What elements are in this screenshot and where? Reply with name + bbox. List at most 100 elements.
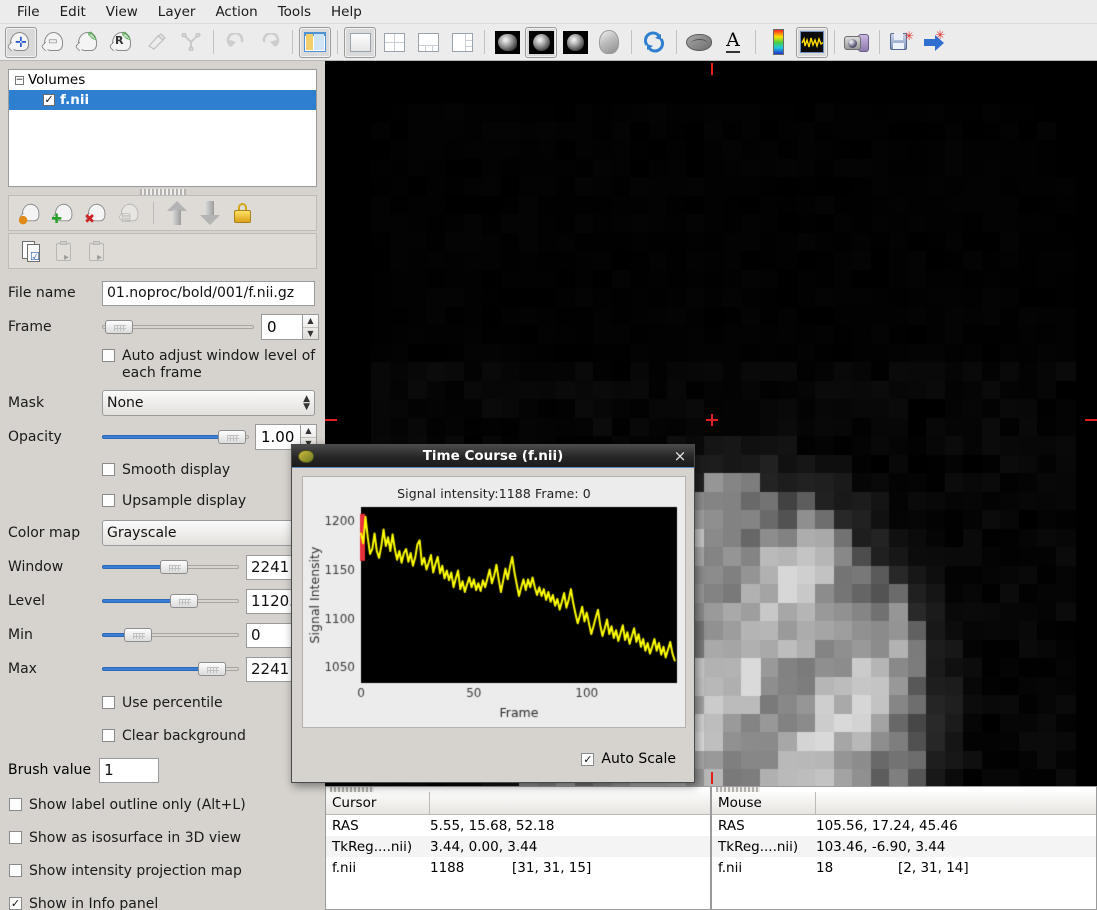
show-annotation-icon[interactable]: A xyxy=(717,27,749,58)
mouse-info-panel[interactable]: Mouse RAS 105.56, 17.24, 45.46 TkReg....… xyxy=(711,786,1097,910)
smooth-display-checkbox[interactable] xyxy=(102,463,115,476)
show-label-outline-checkbox[interactable] xyxy=(9,798,22,811)
frame-value[interactable]: 0 xyxy=(261,314,302,340)
time-course-plot-frame[interactable]: Signal intensity:1188 Frame: 0 xyxy=(302,476,686,728)
roi-edit-icon[interactable] xyxy=(141,27,173,58)
load-volume-button[interactable]: ● xyxy=(15,198,48,228)
view-sagittal-icon[interactable] xyxy=(491,27,523,58)
toolbar-separator xyxy=(484,30,485,54)
lock-layer-button[interactable] xyxy=(226,198,259,228)
screenshot-icon[interactable] xyxy=(841,27,873,58)
new-volume-button[interactable]: ✚ xyxy=(48,198,81,228)
time-course-chart[interactable] xyxy=(303,503,687,729)
show-isosurface-checkbox[interactable] xyxy=(9,831,22,844)
menu-file[interactable]: File xyxy=(7,1,50,23)
show-time-course-icon[interactable] xyxy=(796,27,828,58)
level-slider[interactable] xyxy=(102,591,239,611)
min-slider[interactable] xyxy=(102,625,239,645)
paste-setting-button[interactable]: ▸ xyxy=(81,236,114,266)
color-map-combobox[interactable]: Grayscale xyxy=(102,520,315,546)
max-row: Max 2241 xyxy=(0,652,325,686)
layout-1-and-3-h-icon[interactable] xyxy=(446,27,478,58)
undo-icon[interactable] xyxy=(220,27,252,58)
save-volume-button[interactable]: ▤ xyxy=(114,198,147,228)
move-layer-down-button[interactable] xyxy=(193,198,226,228)
layout-1x1-icon[interactable] xyxy=(344,27,376,58)
clipboard-toolbar: ☑ ▸ ▸ xyxy=(8,233,317,269)
navigate-head-icon[interactable]: ✛ xyxy=(5,27,37,58)
redo-icon[interactable] xyxy=(254,27,286,58)
window-slider[interactable] xyxy=(102,557,239,577)
menu-tools[interactable]: Tools xyxy=(268,1,321,23)
cursor-info-panel[interactable]: Cursor RAS 5.55, 15.68, 52.18 TkReg....n… xyxy=(325,786,711,910)
layer-tree[interactable]: − Volumes f.nii xyxy=(8,69,317,187)
upsample-display-checkbox[interactable] xyxy=(102,494,115,507)
show-surface-icon[interactable] xyxy=(683,27,715,58)
show-colorscale-icon[interactable] xyxy=(762,27,794,58)
auto-adjust-window-level-checkbox[interactable] xyxy=(102,349,115,362)
point-set-edit-icon[interactable] xyxy=(175,27,207,58)
upsample-display-row: Upsample display xyxy=(0,485,325,516)
view-3d-icon[interactable] xyxy=(593,27,625,58)
layout-1-and-3-icon[interactable] xyxy=(412,27,444,58)
menu-action[interactable]: Action xyxy=(205,1,267,23)
dialog-titlebar[interactable]: Time Course (f.nii) × xyxy=(292,445,694,468)
smooth-display-checkbox-row[interactable]: Smooth display xyxy=(102,462,230,478)
goto-point-icon[interactable]: ✳ xyxy=(920,27,952,58)
show-in-info-panel-checkbox[interactable] xyxy=(9,897,22,910)
copy-setting-button[interactable]: ▸ xyxy=(48,236,81,266)
show-label-outline-checkbox-row[interactable]: Show label outline only (Alt+L) xyxy=(9,797,246,813)
clear-background-checkbox-row[interactable]: Clear background xyxy=(102,728,246,744)
max-slider[interactable] xyxy=(102,659,239,679)
divider xyxy=(153,202,154,224)
close-icon[interactable]: × xyxy=(672,449,688,464)
clear-background-checkbox[interactable] xyxy=(102,729,115,742)
opacity-slider[interactable] xyxy=(102,427,249,447)
auto-scale-checkbox[interactable] xyxy=(581,753,594,766)
save-point-set-icon[interactable]: ✳ xyxy=(886,27,918,58)
layout-2x2-icon[interactable] xyxy=(378,27,410,58)
view-coronal-icon[interactable] xyxy=(525,27,557,58)
table-row[interactable]: TkReg....nii) 3.44, 0.00, 3.44 xyxy=(326,836,710,857)
menu-help[interactable]: Help xyxy=(321,1,372,23)
show-control-panel-icon[interactable] xyxy=(299,27,331,58)
table-row[interactable]: f.nii 1188 [31, 31, 15] xyxy=(326,857,710,878)
menu-edit[interactable]: Edit xyxy=(50,1,96,23)
table-row[interactable]: f.nii 18 [2, 31, 14] xyxy=(712,857,1096,878)
voxel-edit-head-icon[interactable]: ✎ xyxy=(73,27,105,58)
menu-layer[interactable]: Layer xyxy=(148,1,206,23)
show-intensity-projection-checkbox-row[interactable]: Show intensity projection map xyxy=(9,863,242,879)
table-row[interactable]: TkReg....nii) 103.46, -6.90, 3.44 xyxy=(712,836,1096,857)
tree-root-volumes[interactable]: − Volumes xyxy=(9,70,316,90)
menu-view[interactable]: View xyxy=(96,1,148,23)
file-name-field[interactable]: 01.noproc/bold/001/f.nii.gz xyxy=(102,281,315,306)
show-in-info-panel-checkbox-row[interactable]: Show in Info panel xyxy=(9,896,158,910)
collapse-icon[interactable]: − xyxy=(15,76,24,85)
close-volume-button[interactable]: ✖ xyxy=(81,198,114,228)
toolbar-separator xyxy=(834,30,835,54)
clear-background-row: Clear background xyxy=(0,720,325,752)
frame-slider[interactable] xyxy=(102,317,254,337)
upsample-display-checkbox-row[interactable]: Upsample display xyxy=(102,493,246,509)
measure-head-icon[interactable]: ▭ xyxy=(39,27,71,58)
show-intensity-projection-checkbox[interactable] xyxy=(9,864,22,877)
layer-item-f-nii[interactable]: f.nii xyxy=(9,90,316,110)
file-name-label: File name xyxy=(8,285,102,301)
show-isosurface-checkbox-row[interactable]: Show as isosurface in 3D view xyxy=(9,830,241,846)
table-row[interactable]: RAS 105.56, 17.24, 45.46 xyxy=(712,815,1096,836)
table-row[interactable]: RAS 5.55, 15.68, 52.18 xyxy=(326,815,710,836)
frame-spinbox[interactable]: 0 ▲▼ xyxy=(261,314,319,340)
auto-adjust-window-level-checkbox-row[interactable]: Auto adjust window level of each frame xyxy=(102,348,318,382)
frame-spinner-arrows[interactable]: ▲▼ xyxy=(302,314,319,340)
recon-edit-head-icon[interactable]: R ✎ xyxy=(107,27,139,58)
brush-value-field[interactable]: 1 xyxy=(99,758,159,783)
use-percentile-checkbox[interactable] xyxy=(102,696,115,709)
layer-visibility-checkbox[interactable] xyxy=(43,94,55,106)
use-percentile-checkbox-row[interactable]: Use percentile xyxy=(102,695,223,711)
view-axial-icon[interactable] xyxy=(559,27,591,58)
reset-view-icon[interactable] xyxy=(638,27,670,58)
time-course-dialog[interactable]: Time Course (f.nii) × Signal intensity:1… xyxy=(291,444,695,783)
move-layer-up-button[interactable] xyxy=(160,198,193,228)
select-all-button[interactable]: ☑ xyxy=(15,236,48,266)
mask-combobox[interactable]: None ▲▼ xyxy=(102,390,315,416)
